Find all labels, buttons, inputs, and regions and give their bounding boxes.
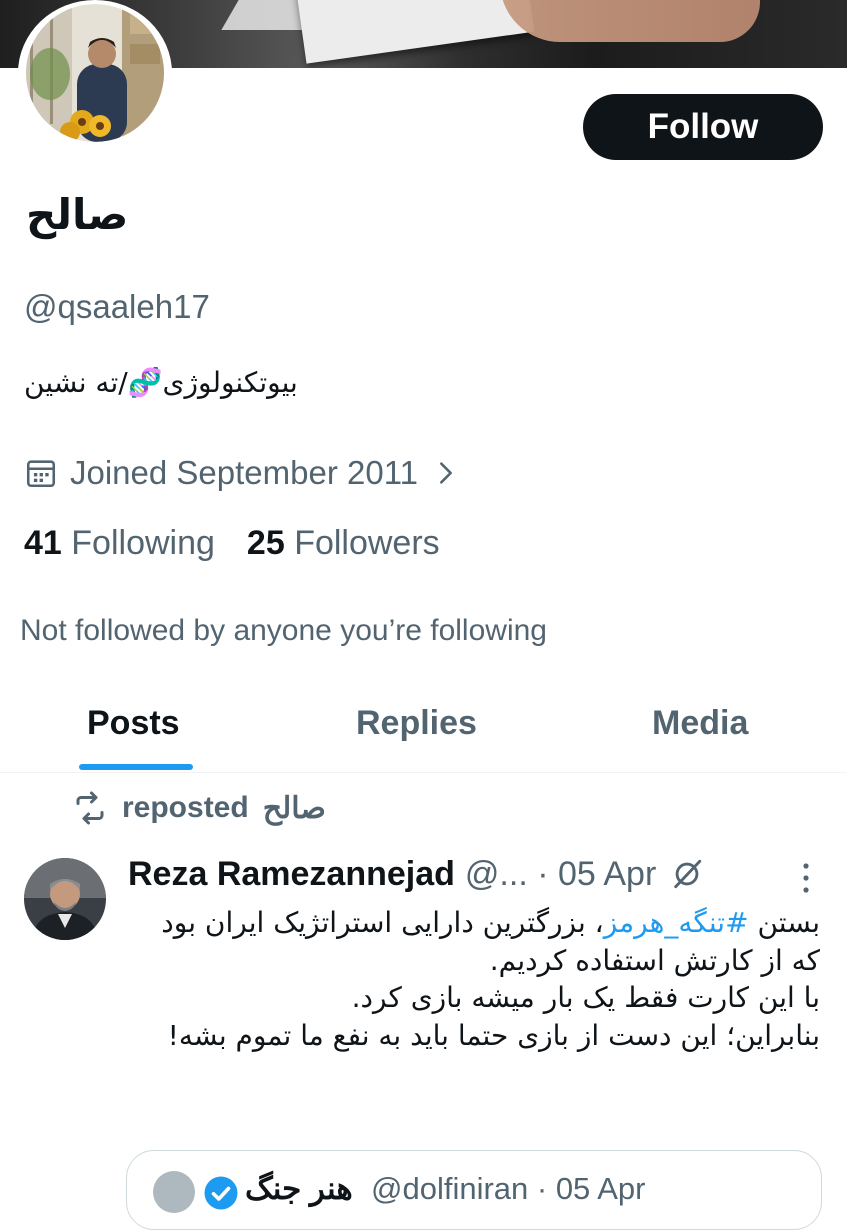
post-text-line1: بستن #تنگه_هرمز، بزرگترین دارایی استراتژ… bbox=[130, 904, 820, 979]
user-handle: @qsaaleh17 bbox=[24, 288, 210, 325]
quote-author-name: هنر جنگ bbox=[245, 1171, 353, 1206]
repost-label: reposted bbox=[122, 791, 249, 824]
post-text: بستن #تنگه_هرمز، بزرگترین دارایی استراتژ… bbox=[130, 904, 820, 1054]
more-options-icon[interactable] bbox=[792, 858, 820, 898]
profile-tabs: Posts Replies Media bbox=[0, 690, 847, 773]
followers-label: Followers bbox=[294, 524, 440, 562]
joined-date: Joined September 2011 bbox=[70, 454, 418, 491]
follow-stats: 41 Following 25 Followers bbox=[24, 524, 440, 563]
followers-you-know: Not followed by anyone you’re following bbox=[20, 614, 547, 647]
calendar-icon bbox=[26, 460, 56, 488]
post-text-before-hashtag: بستن bbox=[748, 906, 820, 939]
follow-button[interactable]: Follow bbox=[583, 94, 823, 160]
post-text-line3: بنابراین؛ این دست از بازی حتما باید به ن… bbox=[167, 1018, 820, 1052]
following-link[interactable]: 41 Following bbox=[24, 524, 215, 563]
profile-avatar[interactable] bbox=[18, 0, 172, 146]
post-author-avatar[interactable] bbox=[24, 858, 106, 940]
hashtag-link[interactable]: #تنگه_هرمز bbox=[604, 906, 749, 939]
tab-media[interactable]: Media bbox=[652, 704, 748, 743]
post-header: Reza Ramezannejad @... · 05 Apr bbox=[128, 850, 704, 898]
following-label: Following bbox=[71, 524, 215, 562]
post-meta[interactable]: @... · 05 Apr bbox=[465, 855, 656, 894]
grok-icon[interactable] bbox=[670, 857, 704, 891]
quote-meta: @dolfiniran · 05 Apr bbox=[371, 1171, 646, 1206]
profile-bio: بیوتکنولوژی🧬/ته نشین bbox=[24, 366, 298, 399]
chevron-right-icon bbox=[440, 462, 452, 484]
post-author-name[interactable]: Reza Ramezannejad bbox=[128, 855, 455, 894]
verified-badge-icon bbox=[204, 1176, 238, 1210]
joined-date-row[interactable]: Joined September 2011 bbox=[24, 450, 460, 496]
banner-paper bbox=[295, 0, 535, 64]
quote-author-avatar bbox=[153, 1171, 195, 1213]
tab-posts[interactable]: Posts bbox=[87, 704, 180, 743]
display-name: صالح bbox=[26, 190, 129, 239]
following-count: 41 bbox=[24, 524, 62, 562]
repost-context[interactable]: reposted صالح bbox=[72, 790, 326, 826]
post-text-line2: با این کارت فقط یک بار میشه بازی کرد. bbox=[351, 981, 820, 1014]
active-tab-indicator bbox=[79, 764, 193, 770]
tab-replies[interactable]: Replies bbox=[356, 704, 477, 743]
followers-count: 25 bbox=[246, 524, 285, 562]
followers-link[interactable]: 25 Followers bbox=[247, 524, 440, 563]
quoted-post[interactable]: هنر جنگ @dolfiniran · 05 Apr bbox=[126, 1150, 822, 1230]
repost-icon bbox=[76, 791, 104, 825]
reposter-name: صالح bbox=[262, 791, 326, 825]
banner-hand bbox=[500, 0, 760, 42]
